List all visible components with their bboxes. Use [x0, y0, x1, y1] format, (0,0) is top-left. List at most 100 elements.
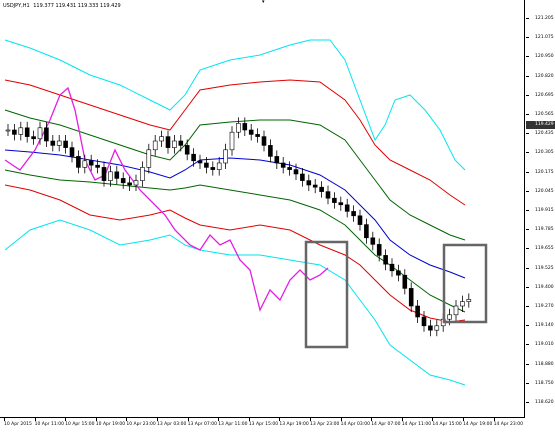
candle-body	[274, 156, 280, 164]
highlight-box-left	[304, 240, 349, 349]
candle-body	[18, 127, 24, 135]
candle-body	[191, 153, 196, 162]
time-tick-label: 10 Apr 11:00	[34, 418, 64, 427]
price-tick-label: 120.305	[526, 150, 554, 156]
time-tick-label: 10 Apr 23:00	[126, 418, 156, 427]
lower-inner-band-line	[4, 169, 466, 313]
time-axis[interactable]: 10 Apr 2015 10 Apr 11:00 10 Apr 15:00 10 Ap…	[0, 418, 525, 433]
price-tick-label: 120.950	[526, 54, 554, 60]
candle-body	[466, 299, 472, 302]
candle-body	[95, 164, 100, 168]
candle-body	[344, 204, 350, 212]
price-tick-label: 118.750	[526, 380, 554, 386]
candle-body	[332, 197, 337, 203]
candle-body	[229, 131, 235, 151]
candle-body	[447, 314, 452, 320]
candle-body	[210, 167, 216, 170]
highlight-box-right	[442, 243, 488, 324]
candle-body	[152, 140, 158, 151]
candle-body	[76, 156, 81, 168]
time-tick-label: 14 Apr 15:00	[432, 418, 462, 427]
candle-body	[204, 162, 209, 168]
candle-body	[159, 136, 164, 142]
candle-body	[56, 140, 62, 146]
candle-body	[24, 127, 30, 137]
price-tick-label: 118.880	[526, 361, 554, 367]
moving-average-line	[4, 149, 466, 279]
candle-body	[376, 244, 382, 256]
candle-body	[248, 129, 254, 135]
candle-body	[428, 325, 433, 331]
candle-body	[69, 147, 75, 157]
candle-body	[357, 215, 363, 225]
candle-body	[293, 169, 299, 175]
price-tick-label: 120.565	[526, 112, 554, 117]
time-tick-label: 10 Apr 19:00	[95, 418, 126, 427]
price-tick-label: 120.435	[526, 131, 554, 137]
candle-body	[460, 301, 465, 307]
candle-body	[402, 274, 408, 289]
time-tick-label: 14 Apr 23:00	[493, 418, 523, 427]
candle-body	[261, 136, 267, 146]
candle-body	[50, 140, 56, 146]
price-tick-label: 120.175	[526, 169, 554, 175]
chart-window[interactable]: USDJPY,H1 119.377 119.431 119.333 119.42…	[0, 0, 555, 433]
candle-body	[223, 149, 228, 164]
time-tick-label: 14 Apr 07:00	[371, 418, 401, 427]
time-tick-label: 10 Apr 2015	[4, 418, 32, 427]
candle-body	[184, 145, 190, 155]
upper-inner-band-line	[4, 109, 466, 241]
candle-body	[396, 270, 401, 276]
candle-body	[242, 123, 248, 131]
candle-body	[172, 140, 177, 148]
candle-body	[300, 173, 305, 181]
candle-body	[82, 160, 88, 168]
time-tick-label: 14 Apr 03:00	[340, 418, 370, 427]
lower-middle-band-line	[4, 184, 466, 323]
candle-body	[140, 167, 145, 181]
candle-body	[312, 184, 318, 188]
candle-body	[37, 127, 43, 140]
upper-middle-band-line	[4, 79, 466, 206]
price-chart-svg	[4, 39, 488, 386]
price-tick-label: 119.785	[526, 227, 554, 233]
candle-body	[351, 211, 356, 217]
price-tick-label: 119.010	[526, 342, 554, 348]
candle-body	[108, 171, 113, 181]
price-tick-label: 121.205	[526, 16, 554, 21]
candle-body	[338, 202, 344, 206]
price-tick-label: 120.820	[526, 73, 554, 79]
candle-body	[146, 149, 152, 168]
candle-body	[383, 255, 388, 265]
candle-body	[236, 123, 241, 133]
candle-body	[370, 237, 376, 245]
price-tick-label: 119.525	[526, 265, 554, 271]
price-tick-label: 119.140	[526, 323, 554, 329]
time-tick-label: 14 Apr 11:00	[401, 418, 432, 427]
price-axis[interactable]: 121.205 121.075 120.950 120.820 120.695 120.5…	[526, 0, 555, 418]
candle-body	[255, 134, 260, 137]
time-tick-label: 13 Apr 23:00	[310, 418, 340, 427]
candle-body	[408, 288, 414, 307]
candle-body	[12, 129, 17, 135]
candle-body	[325, 191, 331, 199]
candle-body	[319, 186, 324, 192]
time-tick-label: 10 Apr 15:00	[65, 418, 95, 427]
candle-body	[415, 305, 420, 318]
candle-body	[306, 180, 312, 186]
candle-body	[44, 127, 49, 142]
candle-body	[268, 145, 273, 157]
magenta-oscillator-line	[4, 86, 329, 312]
price-tick-label: 119.400	[526, 284, 554, 290]
price-tick-label: 119.915	[526, 208, 554, 213]
current-price-tag: 119.429	[526, 121, 555, 129]
candle-body	[216, 162, 222, 170]
candle-body	[178, 140, 184, 146]
candle-body	[133, 180, 139, 186]
candle-body	[5, 129, 11, 132]
candle-body	[127, 182, 132, 186]
price-tick-label: 119.655	[526, 246, 554, 252]
candle-body	[453, 305, 459, 316]
candle-body	[31, 136, 36, 140]
price-tick-label: 121.075	[526, 35, 554, 41]
